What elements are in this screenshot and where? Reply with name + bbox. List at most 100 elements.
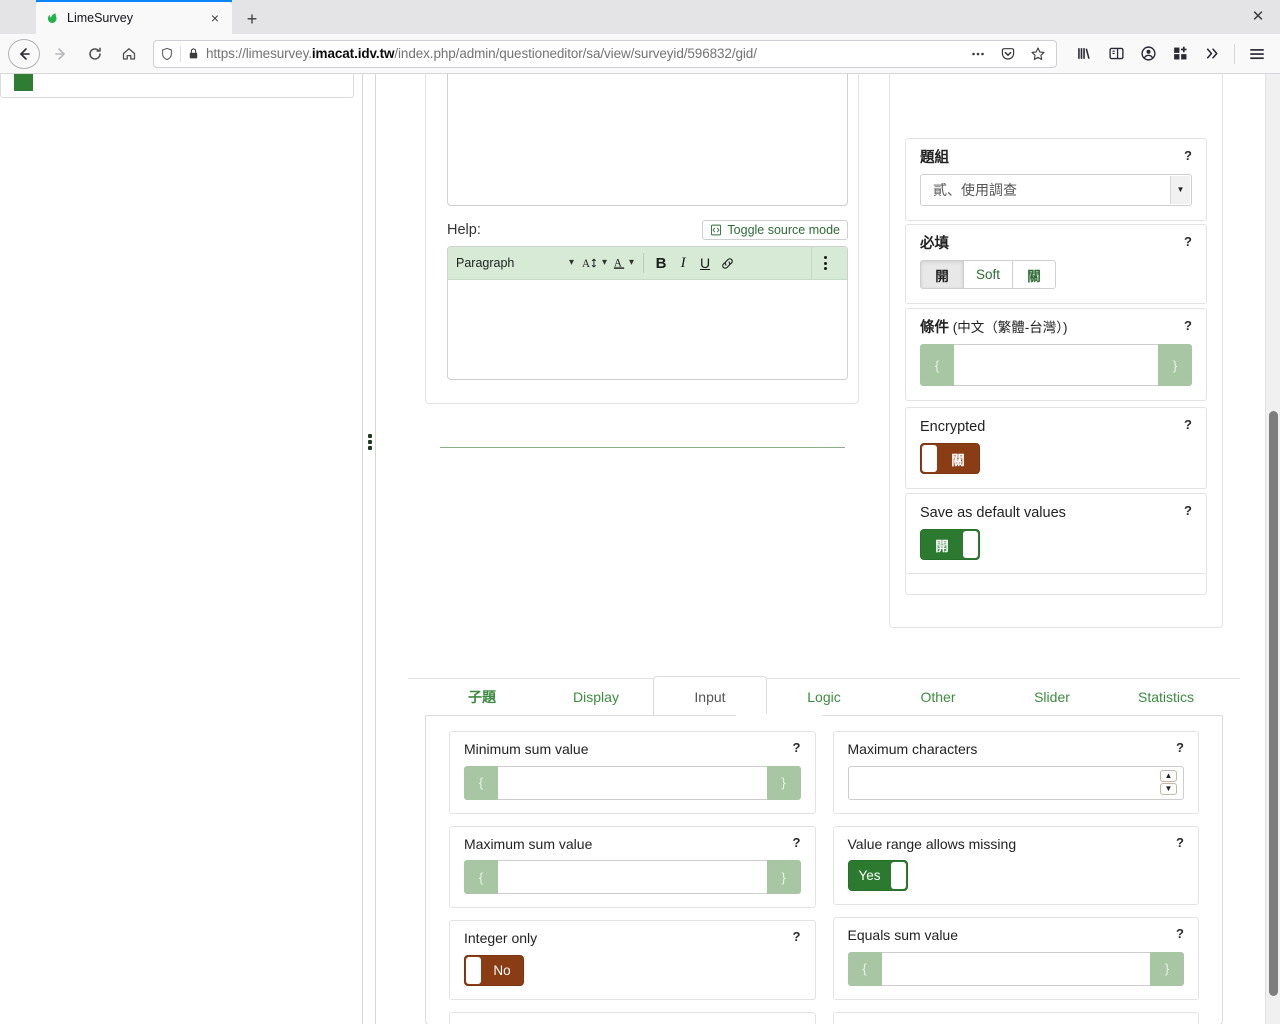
left-panel-remnant: [0, 74, 354, 98]
maximum-sum-value-input-group: { }: [464, 860, 801, 894]
mandatory-option-off[interactable]: 關: [1012, 260, 1057, 290]
page-viewport: Help: Toggle source mode Paragraph ▾ A ▾…: [0, 74, 1280, 1024]
reload-button[interactable]: [79, 38, 111, 70]
bold-button[interactable]: B: [651, 251, 671, 275]
chevron-down-icon: ▾: [602, 257, 608, 268]
tab-subquestions[interactable]: 子題: [425, 676, 539, 716]
stepper-down-icon[interactable]: ▼: [1160, 783, 1177, 795]
maximum-sum-value-input[interactable]: [498, 860, 767, 894]
url-path: /index.php/admin/questioneditor/sa/view/…: [394, 46, 757, 61]
extensions-icon[interactable]: [1165, 39, 1195, 69]
setting-card-encrypted: Encrypted ? 關: [905, 407, 1207, 490]
setting-label-encrypted: Encrypted: [920, 419, 986, 435]
setting-card-empty: [905, 573, 1207, 595]
page-scrollbar[interactable]: [1265, 74, 1280, 1024]
account-icon[interactable]: [1133, 39, 1163, 69]
card-header: Save as default values ?: [920, 504, 1192, 522]
question-text-editor[interactable]: [447, 74, 848, 206]
maximum-characters-input[interactable]: ▲ ▼: [847, 765, 1184, 800]
integer-only-toggle[interactable]: No: [464, 954, 524, 986]
help-label: Help:: [447, 222, 481, 238]
shield-icon[interactable]: [160, 47, 174, 61]
source-code-icon: [710, 224, 722, 236]
help-editor-body[interactable]: [448, 280, 847, 379]
library-icon[interactable]: [1069, 39, 1099, 69]
toggle-knob: [890, 862, 906, 889]
help-icon[interactable]: ?: [785, 930, 801, 943]
mandatory-option-on[interactable]: 開: [920, 260, 964, 290]
setting-card-maximum-value: Maximum value ? { 24 }: [832, 1011, 1199, 1024]
tab-other[interactable]: Other: [881, 676, 995, 716]
number-stepper[interactable]: ▲ ▼: [1160, 770, 1177, 795]
menu-icon[interactable]: [1242, 39, 1272, 69]
stepper-up-icon[interactable]: ▲: [1160, 770, 1177, 782]
star-icon[interactable]: [1026, 42, 1050, 66]
tab-input[interactable]: Input: [653, 676, 767, 716]
italic-button[interactable]: I: [673, 251, 693, 275]
ellipsis-icon[interactable]: [966, 42, 990, 66]
toggle-source-mode-label: Toggle source mode: [727, 222, 840, 237]
url-bar[interactable]: https://limesurvey.imacat.idv.tw/index.p…: [153, 39, 1057, 68]
help-icon[interactable]: ?: [1176, 235, 1192, 248]
help-icon[interactable]: ?: [1176, 149, 1192, 162]
question-group-select[interactable]: 貳、使用調查 ▼: [920, 174, 1192, 207]
question-group-value: 貳、使用調查: [933, 182, 1017, 199]
tab-statistics[interactable]: Statistics: [1109, 676, 1223, 716]
close-icon[interactable]: ×: [206, 9, 224, 27]
save-default-toggle-label: 開: [935, 538, 949, 554]
back-button[interactable]: [8, 38, 40, 69]
help-icon[interactable]: ?: [1176, 504, 1192, 517]
relevance-label-language: (中文（繁體-台灣）): [949, 320, 1068, 335]
help-icon[interactable]: ?: [1176, 418, 1192, 431]
kebab-menu-icon[interactable]: [811, 247, 839, 280]
sidebar-icon[interactable]: [1101, 39, 1131, 69]
toolbar-divider: [1234, 43, 1235, 64]
input-settings-right-column: Maximum characters ? ▲ ▼ Value range all…: [832, 731, 1199, 1024]
setting-card-question-group: 題組 ? 貳、使用調查 ▼: [905, 138, 1207, 222]
minimum-sum-value-input-group: { }: [464, 765, 801, 800]
relevance-textarea[interactable]: [954, 344, 1158, 387]
setting-card-mandatory: 必填 ? 開 Soft 關: [905, 224, 1207, 305]
panel-resize-handle[interactable]: [366, 434, 373, 450]
tab-logic[interactable]: Logic: [767, 676, 881, 716]
forward-button[interactable]: [45, 38, 77, 70]
font-size-button[interactable]: A ▾: [580, 251, 609, 275]
save-default-toggle[interactable]: 開: [920, 529, 980, 561]
url-text[interactable]: https://limesurvey.imacat.idv.tw/index.p…: [206, 46, 960, 61]
encrypted-toggle[interactable]: 關: [920, 443, 980, 475]
home-button[interactable]: [113, 38, 145, 70]
scrollbar-thumb[interactable]: [1269, 411, 1278, 996]
link-icon[interactable]: [717, 251, 737, 275]
help-icon[interactable]: ?: [1176, 319, 1192, 332]
underline-button[interactable]: U: [695, 251, 715, 275]
lock-icon[interactable]: [187, 47, 200, 60]
browser-tab-limesurvey[interactable]: LimeSurvey ×: [36, 2, 232, 34]
setting-card-maximum-sum-value: Maximum sum value ? { }: [449, 825, 816, 908]
pocket-icon[interactable]: [996, 42, 1020, 66]
equals-sum-value-input[interactable]: [881, 951, 1150, 986]
integer-only-toggle-label: No: [493, 962, 511, 978]
url-divider: [180, 45, 181, 62]
mandatory-option-soft[interactable]: Soft: [963, 260, 1014, 290]
overflow-icon[interactable]: [1197, 39, 1227, 69]
setting-card-minimum-value: Minimum value ? { 0 }: [449, 1011, 816, 1024]
brace-open-addon: {: [920, 344, 954, 387]
paragraph-style-dropdown[interactable]: Paragraph ▾: [456, 256, 578, 270]
setting-card-value-range-allows-missing: Value range allows missing ? Yes: [832, 825, 1199, 905]
minimum-sum-value-input[interactable]: [498, 765, 767, 800]
tab-display[interactable]: Display: [539, 676, 653, 716]
window-close-button[interactable]: ✕: [1240, 2, 1276, 30]
help-icon[interactable]: ?: [785, 741, 801, 754]
help-icon[interactable]: ?: [1168, 741, 1184, 754]
toggle-source-mode-button[interactable]: Toggle source mode: [702, 219, 848, 241]
toolbar-divider: [643, 253, 645, 273]
help-icon[interactable]: ?: [785, 836, 801, 849]
value-range-allows-missing-toggle[interactable]: Yes: [847, 860, 908, 891]
section-separator: [440, 447, 845, 448]
panel-divider-left: [362, 74, 363, 1024]
tab-slider[interactable]: Slider: [995, 676, 1109, 716]
help-icon[interactable]: ?: [1168, 836, 1184, 849]
help-icon[interactable]: ?: [1168, 927, 1184, 940]
font-color-button[interactable]: A ▾: [611, 251, 636, 275]
new-tab-button[interactable]: +: [236, 4, 268, 34]
